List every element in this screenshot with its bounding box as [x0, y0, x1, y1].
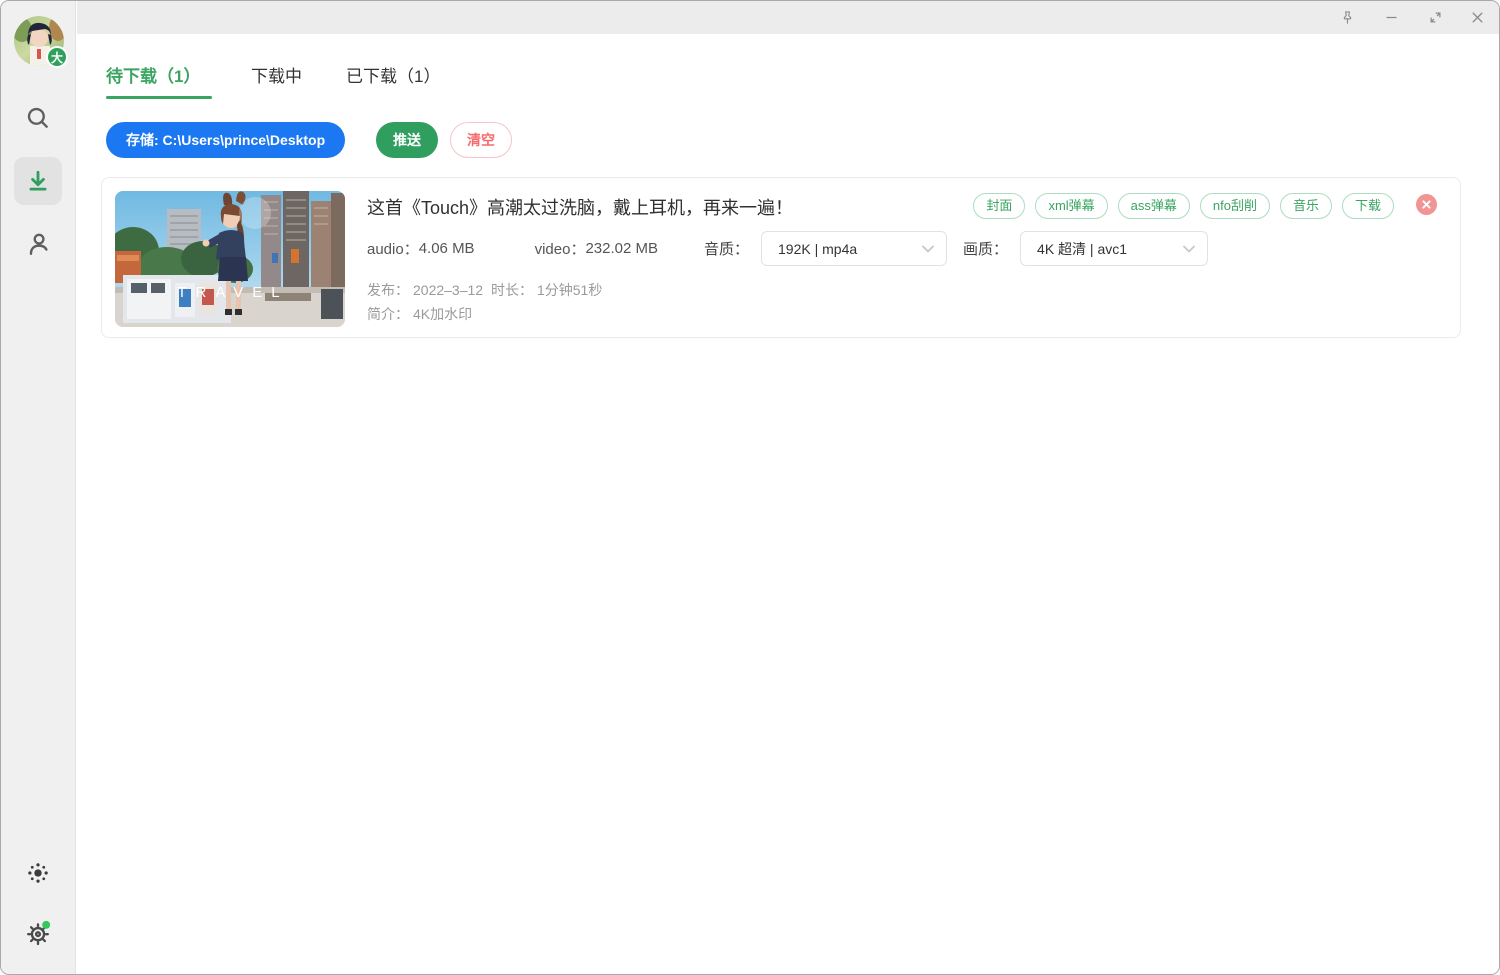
close-icon — [1421, 199, 1432, 210]
sidebar-item-search[interactable] — [14, 94, 62, 142]
sidebar-item-theme[interactable] — [14, 849, 62, 897]
thumbnail-overlay-text: TRAVEL — [177, 284, 288, 301]
user-avatar[interactable]: 大 — [14, 16, 64, 66]
sidebar-item-download[interactable] — [14, 157, 62, 205]
push-button[interactable]: 推送 — [376, 122, 438, 158]
duration-value: 1分钟51秒 — [537, 282, 602, 298]
close-icon — [1470, 10, 1485, 25]
search-icon — [25, 105, 51, 131]
sidebar: 大 — [1, 1, 76, 974]
thumbnail-art: TRAVEL — [115, 191, 345, 327]
gear-icon — [24, 919, 52, 947]
app-window: 大 — [0, 0, 1500, 975]
tag-cover[interactable]: 封面 — [973, 193, 1025, 219]
tab-pending[interactable]: 待下载（1） — [106, 62, 200, 87]
audio-size: 4.06 MB — [419, 240, 475, 257]
tag-ass-danmaku[interactable]: ass弹幕 — [1118, 193, 1190, 219]
theme-sun-icon — [25, 860, 51, 886]
video-quality-select[interactable]: 4K 超清 | avc1 — [1020, 231, 1208, 266]
spec-row: audio： 4.06 MB video： 232.02 MB 音质： 192K… — [367, 231, 1208, 266]
tag-download[interactable]: 下载 — [1342, 193, 1394, 219]
download-icon — [25, 168, 51, 194]
pin-icon — [1340, 10, 1355, 25]
settings-notification-dot — [42, 921, 50, 929]
tag-nfo-scrape[interactable]: nfo刮削 — [1200, 193, 1270, 219]
option-tags: 封面 xml弹幕 ass弹幕 nfo刮削 音乐 下载 — [973, 193, 1394, 219]
publish-duration-line: 发布：2022–3–12 时长：1分钟51秒 — [367, 280, 606, 300]
remove-item-button[interactable] — [1416, 194, 1437, 215]
active-tab-underline — [106, 96, 212, 99]
video-size: 232.02 MB — [585, 240, 658, 257]
intro-line: 简介：4K加水印 — [367, 304, 476, 324]
intro-label: 简介： — [367, 306, 409, 322]
titlebar — [77, 1, 1499, 34]
publish-label: 发布： — [367, 282, 409, 298]
tag-xml-danmaku[interactable]: xml弹幕 — [1035, 193, 1107, 219]
minimize-icon — [1384, 10, 1399, 25]
sidebar-item-user[interactable] — [14, 220, 62, 268]
tag-music[interactable]: 音乐 — [1280, 193, 1332, 219]
clear-button[interactable]: 清空 — [450, 122, 512, 158]
video-quality-value: 4K 超清 | avc1 — [1037, 239, 1127, 259]
avatar-badge: 大 — [46, 46, 68, 68]
audio-label: audio： — [367, 238, 419, 259]
audio-quality-label: 音质： — [704, 238, 749, 259]
minimize-button[interactable] — [1371, 1, 1411, 34]
video-title: 这首《Touch》高潮太过洗脑，戴上耳机，再来一遍！ — [367, 194, 793, 220]
intro-value: 4K加水印 — [413, 306, 472, 322]
chevron-down-icon — [922, 245, 934, 253]
pin-window-button[interactable] — [1327, 1, 1367, 34]
storage-path-button[interactable]: 存储: C:\Users\prince\Desktop — [106, 122, 345, 158]
tab-downloading[interactable]: 下载中 — [251, 62, 302, 87]
chevron-down-icon — [1183, 245, 1195, 253]
publish-value: 2022–3–12 — [413, 282, 483, 298]
video-quality-label: 画质： — [963, 238, 1008, 259]
main-panel: 待下载（1） 下载中 已下载（1） 存储: C:\Users\prince\De… — [77, 34, 1499, 974]
duration-label: 时长： — [491, 282, 533, 298]
download-card: TRAVEL 这首《Touch》高潮太过洗脑，戴上耳机，再来一遍！ 封面 xml… — [101, 177, 1461, 338]
video-thumbnail[interactable]: TRAVEL — [115, 191, 345, 327]
video-label: video： — [535, 238, 586, 259]
maximize-icon — [1428, 10, 1443, 25]
sidebar-item-settings[interactable] — [14, 909, 62, 957]
user-icon — [25, 231, 51, 257]
audio-quality-value: 192K | mp4a — [778, 241, 857, 257]
close-window-button[interactable] — [1457, 1, 1497, 34]
audio-quality-select[interactable]: 192K | mp4a — [761, 231, 947, 266]
maximize-button[interactable] — [1415, 1, 1455, 34]
tab-downloaded[interactable]: 已下载（1） — [346, 62, 440, 87]
